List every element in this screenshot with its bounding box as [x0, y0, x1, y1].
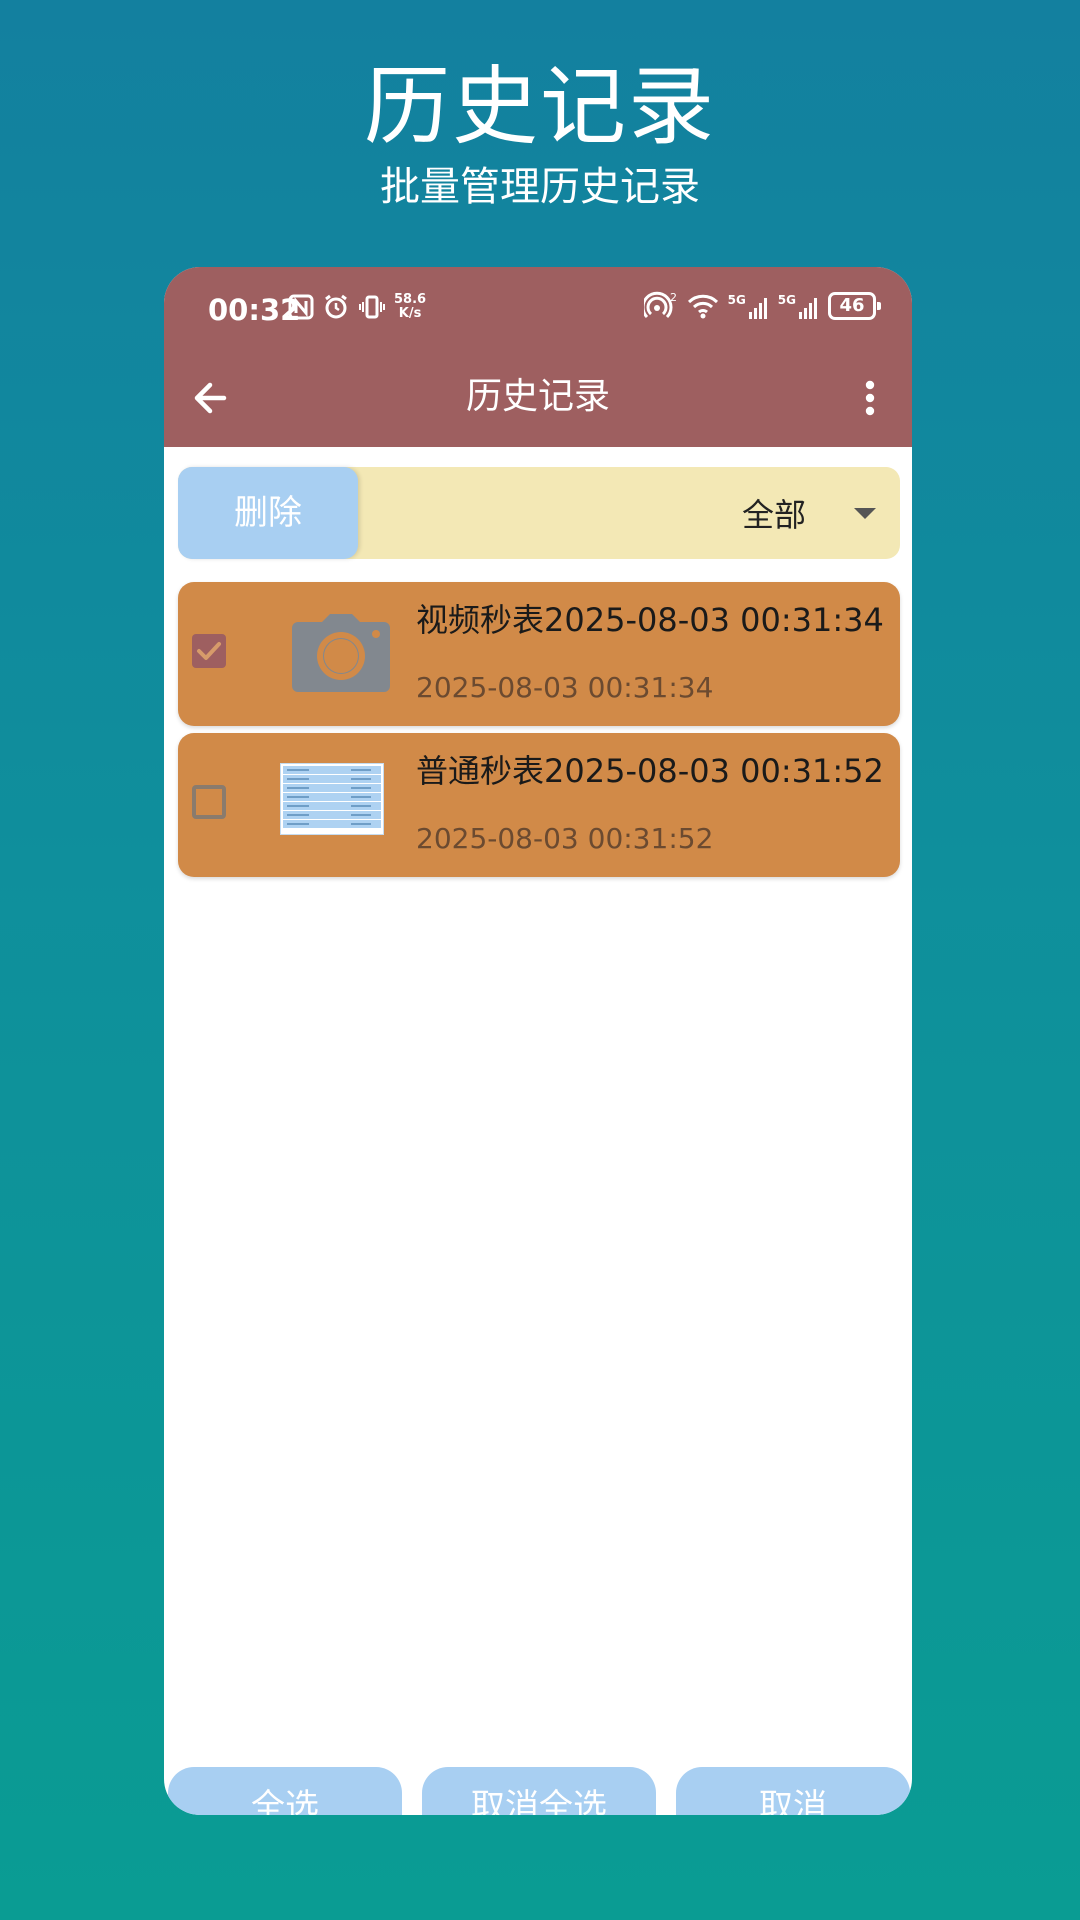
- more-options-button[interactable]: [850, 373, 890, 423]
- signal-bars-icon: [799, 298, 817, 319]
- app-bar: 00:32 58.6 K/s 2 5G 5G 46 历史记录: [164, 267, 912, 447]
- network-speed: 58.6 K/s: [394, 293, 426, 321]
- nfc-icon: [288, 294, 314, 320]
- filter-dropdown[interactable]: 全部: [742, 467, 876, 559]
- record-checkbox[interactable]: [192, 785, 226, 819]
- signal-bars-icon: [748, 298, 767, 319]
- signal-1: 5G: [728, 293, 770, 319]
- record-title: 普通秒表2025-08-03 00:31:52: [416, 752, 884, 790]
- camera-icon: [292, 614, 390, 692]
- record-item[interactable]: 普通秒表2025-08-03 00:31:52 2025-08-03 00:31…: [178, 733, 900, 877]
- thumbnail-row: [283, 793, 381, 801]
- delete-button[interactable]: 删除: [178, 467, 358, 559]
- hotspot-icon: 2: [643, 291, 677, 319]
- wifi-icon: [687, 294, 718, 319]
- status-bar: 00:32 58.6 K/s 2 5G 5G 46: [164, 267, 912, 353]
- toolbar-title: 历史记录: [465, 376, 610, 417]
- record-checkbox[interactable]: [192, 634, 226, 668]
- network-type-1: 5G: [727, 293, 746, 307]
- record-item[interactable]: 视频秒表2025-08-03 00:31:34 2025-08-03 00:31…: [178, 582, 900, 726]
- record-timestamp: 2025-08-03 00:31:34: [416, 671, 714, 704]
- alarm-icon: [325, 294, 347, 319]
- thumbnail-row: [283, 784, 381, 792]
- phone-screen: 00:32 58.6 K/s 2 5G 5G 46 历史记录 删除 全部 视频秒…: [164, 267, 912, 1815]
- filter-bar: 删除 全部: [178, 467, 900, 559]
- hero-subtitle: 批量管理历史记录: [380, 164, 700, 210]
- thumbnail-row: [283, 775, 381, 783]
- select-all-button[interactable]: 全选: [168, 1767, 402, 1815]
- network-speed-value: 58.6: [394, 292, 427, 307]
- network-type-2: 5G: [777, 293, 796, 307]
- thumbnail-row: [283, 811, 381, 819]
- deselect-all-button[interactable]: 取消全选: [422, 1767, 656, 1815]
- thumbnail-row: [283, 820, 381, 828]
- signal-2: 5G: [778, 293, 820, 319]
- filter-selected-value: 全部: [741, 496, 806, 534]
- more-vertical-icon: [865, 380, 875, 416]
- dropdown-arrow-icon: [854, 507, 876, 519]
- thumbnail-row: [283, 766, 381, 774]
- record-timestamp: 2025-08-03 00:31:52: [416, 822, 714, 855]
- check-icon: [197, 642, 221, 660]
- status-time: 00:32: [208, 293, 301, 327]
- record-title: 视频秒表2025-08-03 00:31:34: [416, 601, 884, 639]
- status-left-icons: 58.6 K/s: [288, 293, 426, 321]
- hero-title: 历史记录: [364, 57, 716, 157]
- vibrate-icon: [359, 295, 385, 319]
- network-speed-unit: K/s: [398, 306, 422, 321]
- battery-icon: 46: [828, 292, 881, 320]
- table-thumbnail: [280, 763, 384, 835]
- cancel-button[interactable]: 取消: [676, 1767, 910, 1815]
- thumbnail-row: [283, 802, 381, 810]
- hotspot-count: 2: [670, 291, 677, 304]
- status-right-icons: 2 5G 5G 46: [643, 291, 881, 321]
